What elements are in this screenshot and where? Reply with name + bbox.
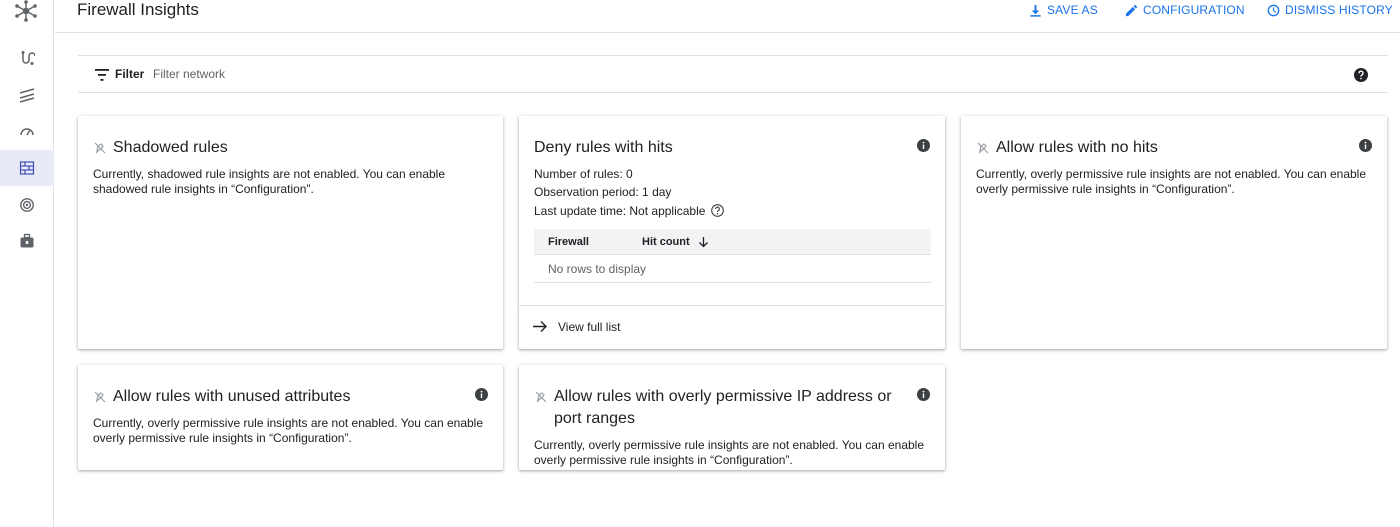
card-body-text: Currently, shadowed rule insights are no… bbox=[93, 167, 446, 196]
filter-icon[interactable] bbox=[95, 69, 109, 81]
card-body-text: Currently, overly permissive rule insigh… bbox=[976, 167, 1366, 196]
last-update-row: Last update time: Not applicable bbox=[534, 204, 725, 219]
toolbox-icon[interactable] bbox=[0, 223, 54, 259]
card-title: Allow rules with no hits bbox=[976, 137, 1158, 159]
view-full-list-link[interactable]: View full list bbox=[533, 319, 620, 334]
info-icon[interactable] bbox=[917, 139, 930, 152]
download-icon bbox=[1030, 4, 1041, 17]
card-body-text: Currently, overly permissive rule insigh… bbox=[93, 416, 483, 445]
last-update-text: Last update time: Not applicable bbox=[534, 204, 706, 218]
dismiss-history-button[interactable]: DISMISS HISTORY bbox=[1267, 1, 1393, 19]
performance-gauge-icon[interactable] bbox=[0, 113, 54, 149]
network-topology-icon[interactable] bbox=[0, 40, 54, 76]
left-nav-rail bbox=[0, 0, 54, 527]
info-icon[interactable] bbox=[917, 388, 930, 401]
help-icon[interactable] bbox=[1354, 68, 1368, 82]
filter-label: Filter bbox=[115, 67, 145, 81]
insight-disabled-icon bbox=[94, 391, 106, 403]
page-title: Firewall Insights bbox=[77, 0, 199, 19]
observation-period-text: Observation period: 1 day bbox=[534, 185, 672, 199]
traffic-icon[interactable] bbox=[0, 77, 54, 113]
save-as-button[interactable]: SAVE AS bbox=[1029, 1, 1098, 19]
allow-rules-no-hits-card: Allow rules with no hits Currently, over… bbox=[961, 116, 1387, 349]
info-icon[interactable] bbox=[1359, 139, 1372, 152]
pencil-icon bbox=[1125, 4, 1138, 16]
table-header: Firewall Hit count bbox=[534, 229, 931, 255]
insight-disabled-icon bbox=[977, 142, 989, 154]
card-title: Allow rules with overly permissive IP ad… bbox=[534, 386, 914, 430]
allow-rules-unused-attributes-card: Allow rules with unused attributes Curre… bbox=[78, 365, 503, 470]
firewall-grid-icon[interactable] bbox=[0, 150, 54, 186]
page-header: Firewall Insights SAVE AS CONFIGURATION … bbox=[55, 0, 1400, 33]
save-as-label: SAVE AS bbox=[1047, 3, 1098, 17]
column-header-hit-count[interactable]: Hit count bbox=[642, 236, 709, 248]
filter-bar: Filter bbox=[78, 55, 1388, 93]
target-icon[interactable] bbox=[0, 187, 54, 223]
insight-disabled-icon bbox=[535, 391, 547, 403]
insight-disabled-icon bbox=[94, 142, 106, 154]
card-title: Allow rules with unused attributes bbox=[93, 386, 350, 408]
empty-message: No rows to display bbox=[548, 262, 647, 276]
network-intelligence-logo-icon[interactable] bbox=[12, 0, 40, 22]
card-title: Shadowed rules bbox=[93, 137, 228, 159]
filter-network-input[interactable] bbox=[153, 64, 553, 84]
history-clock-icon bbox=[1267, 4, 1280, 16]
info-icon[interactable] bbox=[475, 388, 488, 401]
allow-rules-permissive-ip-card: Allow rules with overly permissive IP ad… bbox=[519, 365, 945, 470]
deny-rules-with-hits-card: Deny rules with hits Number of rules: 0 … bbox=[519, 116, 945, 349]
number-of-rules-text: Number of rules: 0 bbox=[534, 167, 633, 181]
configuration-label: CONFIGURATION bbox=[1143, 3, 1245, 17]
arrow-right-icon bbox=[533, 321, 547, 332]
card-footer: View full list bbox=[519, 305, 945, 349]
card-body-text: Currently, overly permissive rule insigh… bbox=[534, 438, 924, 467]
sort-arrow-down-icon bbox=[698, 236, 708, 247]
card-title: Deny rules with hits bbox=[534, 139, 673, 156]
configuration-button[interactable]: CONFIGURATION bbox=[1125, 1, 1245, 19]
help-outline-icon[interactable] bbox=[711, 204, 725, 217]
column-header-firewall[interactable]: Firewall bbox=[548, 236, 589, 248]
shadowed-rules-card: Shadowed rules Currently, shadowed rule … bbox=[78, 116, 503, 349]
dismiss-history-label: DISMISS HISTORY bbox=[1285, 3, 1393, 17]
table-empty-row: No rows to display bbox=[534, 255, 931, 283]
